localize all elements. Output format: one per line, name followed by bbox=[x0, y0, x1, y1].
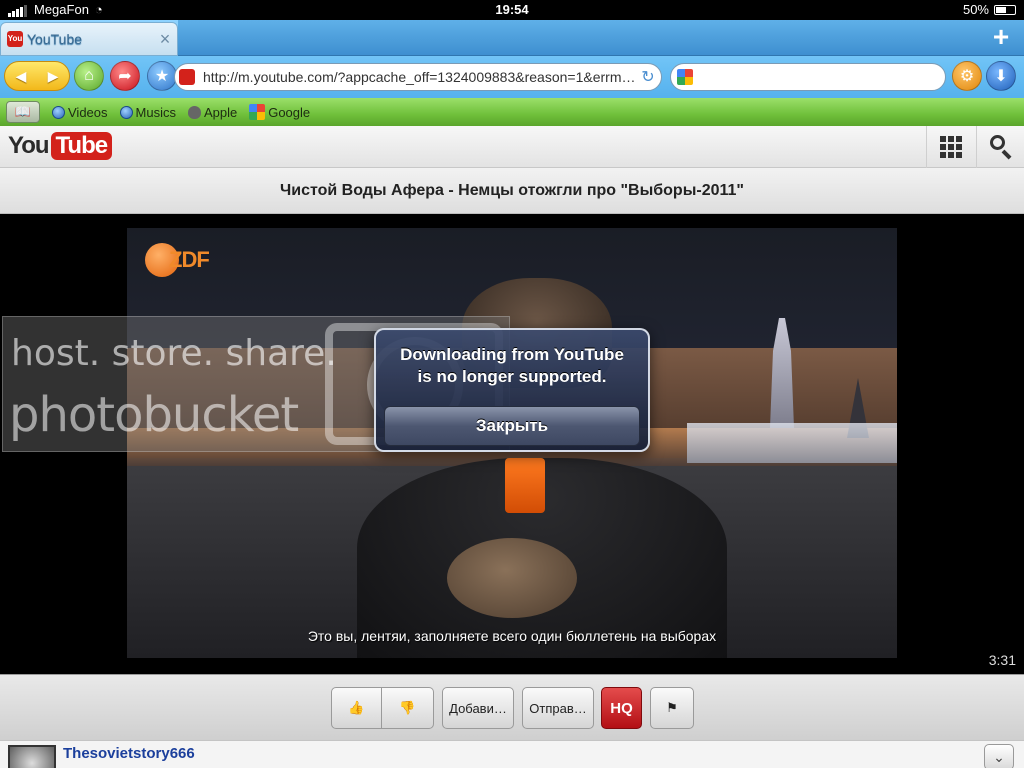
hq-button[interactable]: HQ bbox=[601, 687, 642, 729]
status-time: 19:54 bbox=[495, 2, 529, 17]
download-icon[interactable]: ⬇ bbox=[986, 61, 1016, 91]
search-icon[interactable] bbox=[990, 135, 1014, 160]
back-icon[interactable]: ◀ bbox=[5, 62, 37, 90]
grid-icon[interactable] bbox=[940, 136, 962, 158]
avatar[interactable] bbox=[8, 745, 56, 768]
share-button[interactable]: Отправ… bbox=[522, 687, 594, 729]
uploader-name[interactable]: Thesovietstory666 bbox=[63, 745, 195, 762]
battery-status: 50% bbox=[963, 2, 1016, 17]
tab-title: YouTube bbox=[27, 31, 83, 47]
flag-icon: ⚑ bbox=[666, 700, 678, 715]
reload-icon[interactable]: ↻ bbox=[635, 67, 661, 87]
thumb-up-icon: 👍 bbox=[348, 700, 365, 715]
search-field[interactable] bbox=[670, 63, 946, 91]
zdf-logo: ZDF bbox=[145, 243, 210, 277]
video-subtitle: Это вы, лентяи, заполняете всего один бю… bbox=[307, 628, 717, 644]
tab-bar: You YouTube × + bbox=[0, 20, 1024, 56]
like-button[interactable]: 👍 bbox=[331, 687, 382, 729]
alert-dialog: Downloading from YouTube is no longer su… bbox=[374, 328, 650, 452]
expand-icon[interactable]: ⌄ bbox=[984, 744, 1014, 768]
battery-icon bbox=[994, 4, 1016, 15]
bookmark-musics[interactable]: Musics bbox=[119, 105, 176, 120]
tab-youtube[interactable]: You YouTube × bbox=[0, 22, 178, 56]
home-icon[interactable]: ⌂ bbox=[74, 61, 104, 91]
url-text: http://m.youtube.com/?appcache_off=13240… bbox=[203, 69, 635, 85]
flag-button[interactable]: ⚑ bbox=[650, 687, 694, 729]
site-favicon-icon bbox=[179, 69, 195, 85]
video-duration: 3:31 bbox=[988, 652, 1016, 668]
apple-icon bbox=[187, 105, 201, 119]
book-icon[interactable]: 📖 bbox=[6, 101, 40, 123]
forward-icon[interactable]: ▶ bbox=[37, 62, 69, 90]
google-icon bbox=[677, 69, 693, 85]
share-icon[interactable]: ➦ bbox=[110, 61, 140, 91]
google-icon bbox=[249, 104, 266, 120]
alert-message: Downloading from YouTube is no longer su… bbox=[400, 345, 624, 386]
video-title-bar: Чистой Воды Афера - Немцы отожгли про "В… bbox=[0, 168, 1024, 214]
youtube-favicon-icon: You bbox=[7, 31, 23, 47]
gear-icon[interactable]: ⚙ bbox=[952, 61, 982, 91]
video-actions-bar: 👍 👎 Добави… Отправ… HQ ⚑ bbox=[0, 674, 1024, 740]
bookmark-videos[interactable]: Videos bbox=[52, 105, 108, 120]
uploader-bar: Thesovietstory666 ⌄ bbox=[0, 740, 1024, 768]
battery-percent: 50% bbox=[962, 2, 989, 17]
new-tab-button[interactable]: + bbox=[988, 23, 1014, 51]
close-tab-icon[interactable]: × bbox=[153, 29, 177, 50]
thumb-down-icon: 👎 bbox=[399, 700, 416, 715]
back-forward-buttons: ◀ ▶ bbox=[4, 61, 70, 91]
screen: MegaFon ◔ 19:54 50% You YouTube × + ◀ ▶ … bbox=[0, 0, 1024, 768]
dislike-button[interactable]: 👎 bbox=[382, 687, 434, 729]
navigation-bar: ◀ ▶ ⌂ ➦ ★ http://m.youtube.com/?appcache… bbox=[0, 56, 1024, 98]
youtube-header: You Tube bbox=[0, 126, 1024, 168]
close-alert-button[interactable]: Закрыть bbox=[384, 406, 640, 446]
status-bar: MegaFon ◔ 19:54 50% bbox=[0, 0, 1024, 20]
bookmark-apple[interactable]: Apple bbox=[187, 105, 237, 120]
bookmark-google[interactable]: Google bbox=[249, 104, 310, 120]
video-title: Чистой Воды Афера - Немцы отожгли про "В… bbox=[280, 181, 744, 199]
globe-icon bbox=[119, 105, 133, 119]
bookmarks-bar: 📖 Videos Musics Apple Google bbox=[0, 98, 1024, 126]
globe-icon bbox=[52, 105, 65, 119]
browser-chrome: You YouTube × + ◀ ▶ ⌂ ➦ ★ http://m.youtu… bbox=[0, 20, 1024, 126]
star-icon[interactable]: ★ bbox=[147, 61, 177, 91]
address-bar[interactable]: http://m.youtube.com/?appcache_off=13240… bbox=[174, 63, 662, 91]
youtube-logo[interactable]: You Tube bbox=[8, 132, 113, 160]
microphone bbox=[505, 458, 545, 513]
add-button[interactable]: Добави… bbox=[442, 687, 514, 729]
